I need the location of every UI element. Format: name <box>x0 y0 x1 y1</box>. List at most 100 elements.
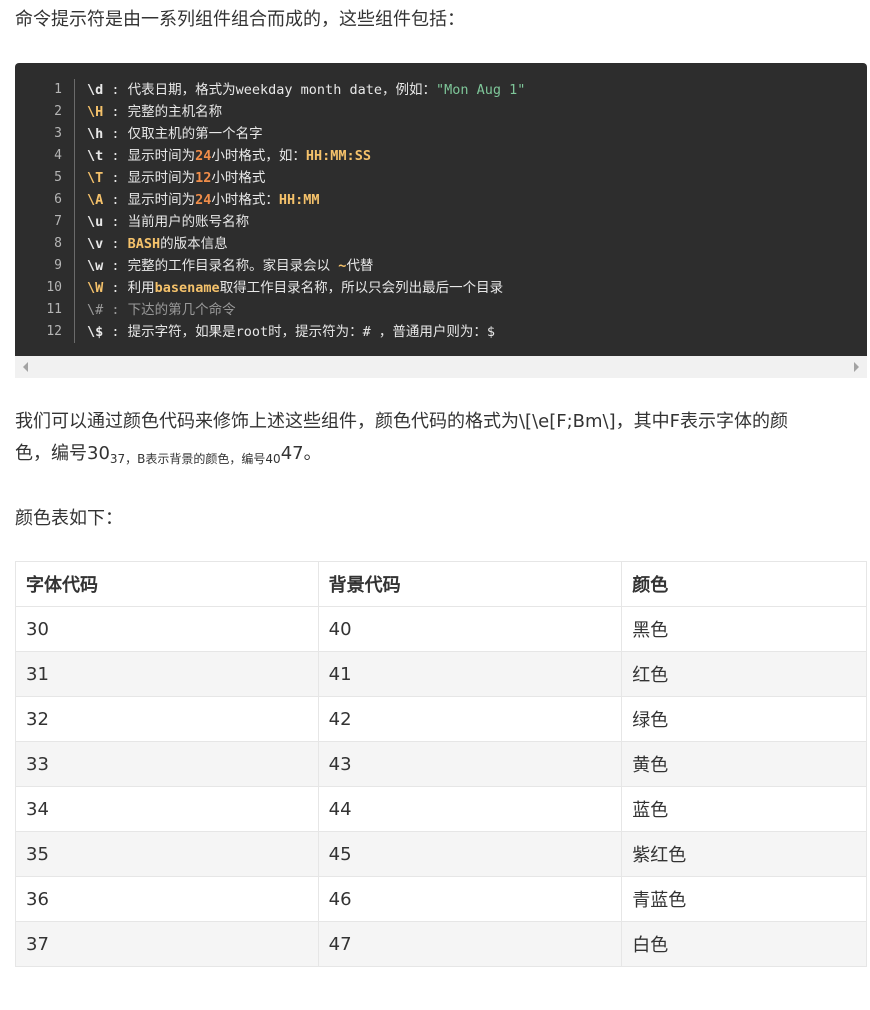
cell-font-code: 31 <box>15 651 319 697</box>
cell-bg-code: 42 <box>317 696 623 742</box>
cell-font-code: 37 <box>15 921 319 967</box>
line-number: 11 <box>46 302 62 317</box>
description: 小时格式，如： <box>211 148 306 164</box>
line-number: 2 <box>54 104 62 119</box>
code-line: \$ : 提示字符，如果是root时，提示符为：# ，普通用户则为：$ <box>87 321 495 343</box>
description: 显示时间为 <box>127 148 196 164</box>
color-table: 字体代码 背景代码 颜色 30 40 黑色 31 41 红色 32 42 绿色 33 43 黄色 34 4… <box>15 561 867 967</box>
description: 当前用户的账号名称 <box>127 214 250 230</box>
table-header-row: 字体代码 背景代码 颜色 <box>15 561 867 607</box>
cell-color-name: 绿色 <box>621 696 867 742</box>
table-row: 30 40 黑色 <box>15 606 867 652</box>
line-number: 8 <box>54 236 62 251</box>
table-row: 35 45 紫红色 <box>15 831 867 877</box>
separator: : <box>103 258 128 274</box>
table-row: 31 41 红色 <box>15 651 867 697</box>
cell-color-name: 红色 <box>621 651 867 697</box>
header-font-code: 字体代码 <box>15 561 319 607</box>
code-block: 1 2 3 4 5 6 7 8 9 10 11 12 \d : 代表日期，格式为weekday mon… <box>15 63 867 356</box>
escape-sequence: \d <box>87 82 104 98</box>
paragraph-line-2b: 37，B表示背景的颜色，编号40 <box>109 452 281 466</box>
cell-color-name: 紫红色 <box>621 831 867 877</box>
scroll-right-icon[interactable] <box>854 362 859 372</box>
description: 小时格式： <box>211 192 279 208</box>
table-row: 37 47 白色 <box>15 921 867 967</box>
cell-bg-code: 47 <box>317 921 623 967</box>
description: 完整的工作目录名称。家目录会以 <box>127 258 339 274</box>
cell-font-code: 34 <box>15 786 319 832</box>
line-number: 1 <box>54 82 62 97</box>
scroll-left-icon[interactable] <box>23 362 28 372</box>
escape-sequence: \v <box>87 236 104 252</box>
escape-sequence: \t <box>87 148 104 164</box>
description: 小时格式 <box>211 170 266 186</box>
escape-sequence: \u <box>87 214 104 230</box>
code-line: \w : 完整的工作目录名称。家目录会以 ~代替 <box>87 255 373 277</box>
separator: : <box>103 126 128 142</box>
color-code-paragraph: 我们可以通过颜色代码来修饰上述这些组件，颜色代码的格式为\[\e[F;Bm\]，… <box>15 406 860 470</box>
line-number: 4 <box>54 148 62 163</box>
separator: : <box>103 302 128 318</box>
cell-font-code: 35 <box>15 831 319 877</box>
line-number: 3 <box>54 126 62 141</box>
paragraph-line-2a: 色，编号30 <box>15 443 110 464</box>
cell-color-name: 白色 <box>621 921 867 967</box>
cell-font-code: 36 <box>15 876 319 922</box>
paragraph-line-2c: 47。 <box>280 443 322 464</box>
escape-sequence: \A <box>87 192 104 208</box>
cell-bg-code: 44 <box>317 786 623 832</box>
escape-sequence: \w <box>87 258 104 274</box>
description: 利用 <box>127 280 155 296</box>
code-line: \W : 利用basename取得工作目录名称，所以只会列出最后一个目录 <box>87 277 503 299</box>
table-row: 34 44 蓝色 <box>15 786 867 832</box>
cell-font-code: 30 <box>15 606 319 652</box>
keyword: HH:MM <box>278 192 320 208</box>
table-row: 33 43 黄色 <box>15 741 867 787</box>
description: 显示时间为 <box>127 170 196 186</box>
header-bg-code: 背景代码 <box>317 561 623 607</box>
separator: : <box>103 324 128 340</box>
cell-bg-code: 46 <box>317 876 623 922</box>
keyword: BASH <box>127 236 161 252</box>
escape-sequence: \# <box>87 302 104 318</box>
cell-color-name: 蓝色 <box>621 786 867 832</box>
cell-font-code: 32 <box>15 696 319 742</box>
description: 的版本信息 <box>160 236 228 252</box>
escape-sequence: \$ <box>87 324 104 340</box>
description: 提示字符，如果是root时，提示符为：# ，普通用户则为：$ <box>127 324 496 340</box>
cell-bg-code: 45 <box>317 831 623 877</box>
escape-sequence: \h <box>87 126 104 142</box>
keyword: basename <box>154 280 220 296</box>
description: 代替 <box>346 258 374 274</box>
description: 代表日期，格式为weekday month date，例如： <box>127 82 436 98</box>
cell-bg-code: 43 <box>317 741 623 787</box>
cell-color-name: 黄色 <box>621 741 867 787</box>
description: 下达的第几个命令 <box>127 302 236 318</box>
color-table-intro: 颜色表如下： <box>15 508 123 529</box>
description: 显示时间为 <box>127 192 196 208</box>
code-line: \h : 仅取主机的第一个名字 <box>87 123 263 145</box>
code-line: \H : 完整的主机名称 <box>87 101 222 123</box>
escape-sequence: \H <box>87 104 104 120</box>
number-literal: 24 <box>195 148 212 164</box>
line-number: 6 <box>54 192 62 207</box>
code-line: \u : 当前用户的账号名称 <box>87 211 249 233</box>
header-color: 颜色 <box>621 561 867 607</box>
cell-font-code: 33 <box>15 741 319 787</box>
code-line: \t : 显示时间为24小时格式，如：HH:MM:SS <box>87 145 371 167</box>
escape-sequence: \T <box>87 170 104 186</box>
number-literal: 12 <box>195 170 212 186</box>
cell-color-name: 黑色 <box>621 606 867 652</box>
separator: : <box>103 148 128 164</box>
separator: : <box>103 280 128 296</box>
separator: : <box>103 192 128 208</box>
escape-sequence: \W <box>87 280 104 296</box>
table-row: 32 42 绿色 <box>15 696 867 742</box>
line-number: 9 <box>54 258 62 273</box>
separator: : <box>103 104 128 120</box>
table-row: 36 46 青蓝色 <box>15 876 867 922</box>
cell-color-name: 青蓝色 <box>621 876 867 922</box>
number-literal: 24 <box>195 192 212 208</box>
horizontal-scrollbar[interactable] <box>15 356 867 378</box>
separator: : <box>103 214 128 230</box>
